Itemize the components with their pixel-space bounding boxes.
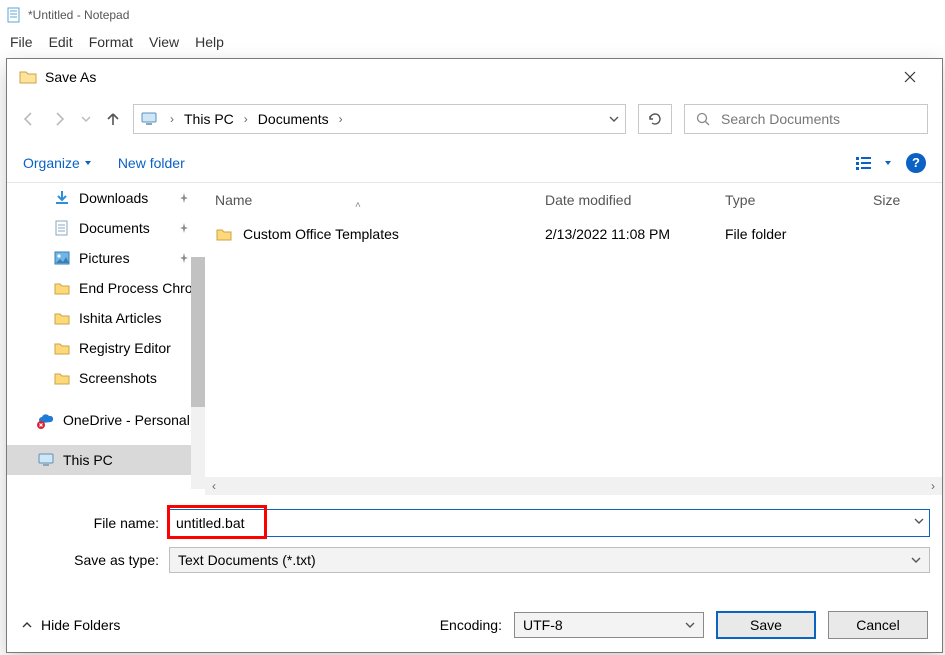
menu-file[interactable]: File (10, 34, 33, 50)
notepad-title-text: *Untitled - Notepad (28, 8, 129, 22)
toolbar: Organize New folder ? (7, 143, 942, 183)
recent-dropdown[interactable] (81, 114, 91, 124)
folder-icon (53, 369, 71, 387)
sidebar-item-label: Downloads (79, 190, 148, 206)
thispc-icon (37, 451, 55, 469)
row-type: File folder (715, 226, 863, 242)
file-name-dropdown[interactable] (914, 516, 924, 526)
pictures-icon (53, 249, 71, 267)
hide-folders-button[interactable]: Hide Folders (21, 617, 120, 633)
breadcrumb-folder[interactable]: Documents (258, 111, 329, 127)
save-button[interactable]: Save (716, 611, 816, 639)
col-date[interactable]: Date modified (535, 192, 715, 208)
document-icon (53, 219, 71, 237)
sidebar-item-this-pc[interactable]: This PC (7, 445, 205, 475)
save-type-select[interactable]: Text Documents (*.txt) (169, 547, 930, 573)
col-name: Name˄ (205, 192, 535, 208)
sidebar-item-label: Documents (79, 220, 150, 236)
menu-help[interactable]: Help (195, 34, 224, 50)
nav-row: › This PC › Documents › Search Documents (7, 95, 942, 143)
view-options-button[interactable] (856, 155, 892, 171)
help-button[interactable]: ? (906, 153, 926, 173)
sidebar-item-label: OneDrive - Personal (63, 412, 190, 428)
horizontal-scrollbar[interactable]: ‹ › (205, 477, 942, 495)
notepad-icon (6, 7, 22, 23)
folder-icon (215, 225, 233, 243)
dialog-footer: Hide Folders Encoding: UTF-8 Save Cancel (7, 598, 942, 652)
cancel-button[interactable]: Cancel (828, 611, 928, 639)
thispc-icon (140, 110, 158, 128)
folder-icon (53, 309, 71, 327)
breadcrumb-root[interactable]: This PC (184, 111, 234, 127)
folder-icon (53, 339, 71, 357)
menu-edit[interactable]: Edit (49, 34, 73, 50)
onedrive-icon (37, 411, 55, 429)
file-list: Name˄ Date modified Type Size Custom Off… (205, 183, 942, 495)
pin-icon (179, 193, 189, 203)
dialog-title: Save As (45, 69, 890, 85)
dialog-titlebar: Save As (7, 59, 942, 95)
sidebar-item-documents[interactable]: Documents (7, 213, 205, 243)
sidebar-item-onedrive-personal[interactable]: OneDrive - Personal (7, 405, 205, 435)
refresh-button[interactable] (638, 104, 672, 134)
sidebar-item-pictures[interactable]: Pictures (7, 243, 205, 273)
close-button[interactable] (890, 61, 930, 93)
notepad-menubar: File Edit Format View Help (0, 30, 945, 58)
search-input[interactable]: Search Documents (684, 104, 928, 134)
table-row[interactable]: Custom Office Templates 2/13/2022 11:08 P… (205, 217, 942, 251)
dialog-folder-icon (19, 68, 37, 86)
sidebar-scrollbar[interactable] (191, 257, 205, 489)
chevron-right-icon[interactable]: › (240, 112, 252, 126)
menu-format[interactable]: Format (89, 34, 133, 50)
menu-view[interactable]: View (149, 34, 179, 50)
back-button[interactable] (21, 111, 37, 127)
notepad-titlebar: *Untitled - Notepad (0, 0, 945, 30)
chevron-down-icon (685, 620, 695, 630)
address-dropdown[interactable] (609, 114, 619, 124)
download-icon (53, 189, 71, 207)
save-as-dialog: Save As › This PC › Documents › S (6, 58, 943, 653)
search-placeholder: Search Documents (721, 111, 840, 127)
sort-indicator-icon: ˄ (355, 200, 361, 211)
sidebar-item-label: Registry Editor (79, 340, 171, 356)
col-type[interactable]: Type (715, 192, 863, 208)
sidebar-item-label: Ishita Articles (79, 310, 161, 326)
chevron-up-icon (21, 619, 33, 631)
sidebar-item-registry-editor[interactable]: Registry Editor (7, 333, 205, 363)
address-bar[interactable]: › This PC › Documents › (133, 104, 626, 134)
chevron-down-icon (911, 555, 921, 565)
chevron-right-icon[interactable]: › (335, 112, 347, 126)
row-name: Custom Office Templates (243, 226, 399, 242)
pin-icon (179, 223, 189, 233)
new-folder-button[interactable]: New folder (118, 155, 185, 171)
up-button[interactable] (105, 111, 121, 127)
sidebar-item-end-process-chrom[interactable]: End Process Chrom (7, 273, 205, 303)
folder-icon (53, 279, 71, 297)
sidebar-item-label: Screenshots (79, 370, 157, 386)
forward-button[interactable] (51, 111, 67, 127)
column-headers[interactable]: Name˄ Date modified Type Size (205, 183, 942, 217)
col-size[interactable]: Size (863, 192, 942, 208)
sidebar-item-downloads[interactable]: Downloads (7, 183, 205, 213)
encoding-label: Encoding: (440, 617, 502, 633)
chevron-right-icon[interactable]: › (166, 112, 178, 126)
file-name-label: File name: (19, 515, 169, 531)
sidebar: Downloads Documents Pictures End Process Ch… (7, 183, 205, 495)
scroll-right-icon[interactable]: › (924, 477, 942, 495)
nav-arrows (21, 111, 121, 127)
pin-icon (179, 253, 189, 263)
sidebar-item-screenshots[interactable]: Screenshots (7, 363, 205, 393)
sidebar-item-ishita-articles[interactable]: Ishita Articles (7, 303, 205, 333)
save-type-label: Save as type: (19, 552, 169, 568)
encoding-select[interactable]: UTF-8 (514, 612, 704, 638)
sidebar-item-label: Pictures (79, 250, 130, 266)
row-date: 2/13/2022 11:08 PM (535, 226, 715, 242)
scroll-left-icon[interactable]: ‹ (205, 477, 223, 495)
organize-menu[interactable]: Organize (23, 155, 92, 171)
sidebar-item-label: End Process Chrom (79, 280, 204, 296)
sidebar-item-label: This PC (63, 452, 113, 468)
file-name-input[interactable] (169, 509, 930, 537)
search-icon (695, 111, 711, 127)
